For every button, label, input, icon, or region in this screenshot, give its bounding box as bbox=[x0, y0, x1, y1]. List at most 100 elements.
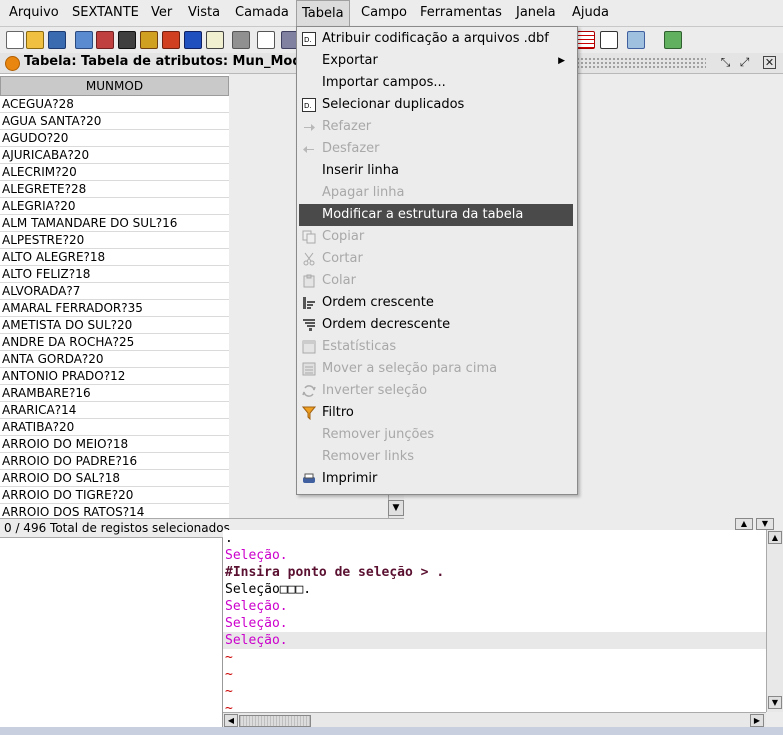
table-row[interactable]: AMETISTA DO SUL?20 bbox=[0, 317, 229, 334]
menu-item-inserir-linha[interactable]: Inserir linha bbox=[297, 160, 575, 182]
menu-item-ordem-decrescente[interactable]: Ordem decrescente bbox=[297, 314, 575, 336]
table-row[interactable]: ANDRE DA ROCHA?25 bbox=[0, 334, 229, 351]
edit-icon[interactable] bbox=[206, 31, 224, 49]
table-row[interactable]: ALEGRIA?20 bbox=[0, 198, 229, 215]
scissors-icon bbox=[302, 252, 316, 266]
menu-arquivo[interactable]: Arquivo bbox=[4, 0, 64, 26]
pencil-icon[interactable] bbox=[162, 31, 180, 49]
print-icon bbox=[302, 472, 316, 486]
table-row[interactable]: ANTONIO PRADO?12 bbox=[0, 368, 229, 385]
menu-sextante[interactable]: SEXTANTE bbox=[67, 0, 144, 26]
help-icon[interactable] bbox=[184, 31, 202, 49]
eye-icon[interactable] bbox=[232, 31, 250, 49]
menu-ver[interactable]: Ver bbox=[146, 0, 177, 26]
table-row[interactable]: ANTA GORDA?20 bbox=[0, 351, 229, 368]
dbf-icon[interactable] bbox=[600, 31, 618, 49]
table-row[interactable]: ARAMBARE?16 bbox=[0, 385, 229, 402]
table-row[interactable]: ARROIO DO SAL?18 bbox=[0, 470, 229, 487]
console-horizontal-scrollbar[interactable]: ◀ ▶ bbox=[223, 712, 766, 728]
expand-up-icon[interactable]: ▲ bbox=[735, 518, 753, 530]
brush-icon[interactable] bbox=[140, 31, 158, 49]
menu-item-mover-a-selecao-para-cima[interactable]: Mover a seleção para cima bbox=[297, 358, 575, 380]
menu-item-label: Copiar bbox=[322, 229, 365, 244]
table-row[interactable]: ALM TAMANDARE DO SUL?16 bbox=[0, 215, 229, 232]
export-icon[interactable] bbox=[664, 31, 682, 49]
new-file-icon[interactable] bbox=[6, 31, 24, 49]
menu-ferramentas[interactable]: Ferramentas bbox=[415, 0, 507, 26]
open-folder-icon[interactable] bbox=[26, 31, 44, 49]
table-row[interactable]: ALTO ALEGRE?18 bbox=[0, 249, 229, 266]
menu-item-remover-links[interactable]: Remover links bbox=[297, 446, 575, 468]
table-row[interactable]: ARATIBA?20 bbox=[0, 419, 229, 436]
menu-campo[interactable]: Campo bbox=[356, 0, 412, 26]
table-row[interactable]: AGUA SANTA?20 bbox=[0, 113, 229, 130]
menu-item-desfazer[interactable]: Desfazer bbox=[297, 138, 575, 160]
table-row[interactable]: ALVORADA?7 bbox=[0, 283, 229, 300]
menu-item-ordem-crescente[interactable]: Ordem crescente bbox=[297, 292, 575, 314]
command-console[interactable]: . Seleção. #Insira ponto de seleção > . Sel… bbox=[223, 530, 766, 712]
layers-icon[interactable] bbox=[96, 31, 114, 49]
menu-item-colar[interactable]: Colar bbox=[297, 270, 575, 292]
menubar: Arquivo SEXTANTE Ver Vista Camada Tabela Campo… bbox=[0, 0, 783, 27]
console-scroll-right-icon[interactable]: ▶ bbox=[750, 714, 764, 727]
menu-ajuda[interactable]: Ajuda bbox=[567, 0, 614, 26]
sort-descending-icon bbox=[302, 318, 316, 332]
menu-janela[interactable]: Janela bbox=[511, 0, 561, 26]
menu-item-refazer[interactable]: Refazer bbox=[297, 116, 575, 138]
table-row[interactable]: AJURICABA?20 bbox=[0, 147, 229, 164]
table-row[interactable]: ARROIO DOS RATOS?14 bbox=[0, 504, 229, 518]
scroll-down-icon[interactable]: ▼ bbox=[388, 500, 404, 516]
menu-item-remover-juncoes[interactable]: Remover junções bbox=[297, 424, 575, 446]
menu-item-modificar-a-estrutura-da-tabela[interactable]: Modificar a estrutura da tabela bbox=[299, 204, 573, 226]
menu-item-cortar[interactable]: Cortar bbox=[297, 248, 575, 270]
table-row[interactable]: ARROIO DO PADRE?16 bbox=[0, 453, 229, 470]
window-icon[interactable] bbox=[118, 31, 136, 49]
table-row[interactable]: ACEGUA?28 bbox=[0, 96, 229, 113]
menu-item-inverter-selecao[interactable]: Inverter seleção bbox=[297, 380, 575, 402]
menu-camada[interactable]: Camada bbox=[230, 0, 294, 26]
menu-item-copiar[interactable]: Copiar bbox=[297, 226, 575, 248]
menu-item-label: Cortar bbox=[322, 251, 363, 266]
expand-down-icon[interactable]: ▼ bbox=[756, 518, 774, 530]
table-row[interactable]: AMARAL FERRADOR?35 bbox=[0, 300, 229, 317]
console-line: ~ bbox=[225, 684, 233, 699]
table-row[interactable]: ARARICA?14 bbox=[0, 402, 229, 419]
menu-item-importar-campos[interactable]: Importar campos... bbox=[297, 72, 575, 94]
minimize-icon[interactable]: ⤡ bbox=[718, 55, 733, 70]
table-icon[interactable] bbox=[257, 31, 275, 49]
maximize-icon[interactable]: ⤢ bbox=[737, 55, 752, 70]
menu-item-estatisticas[interactable]: Estatísticas bbox=[297, 336, 575, 358]
submenu-arrow-icon: ▶ bbox=[558, 56, 565, 66]
table-rows: ACEGUA?28 AGUA SANTA?20 AGUDO?20 AJURICABA?… bbox=[0, 96, 229, 518]
menu-vista[interactable]: Vista bbox=[183, 0, 225, 26]
table-row[interactable]: ALPESTRE?20 bbox=[0, 232, 229, 249]
menu-item-atribuir-codificacao-a-arquivos-dbf[interactable]: D. Atribuir codificação a arquivos .dbf bbox=[297, 28, 575, 50]
console-scroll-up-icon[interactable]: ▲ bbox=[768, 531, 782, 544]
table-row[interactable]: ALEGRETE?28 bbox=[0, 181, 229, 198]
console-scroll-thumb[interactable] bbox=[239, 715, 311, 727]
column-header-munmod[interactable]: MUNMOD bbox=[0, 76, 229, 96]
close-icon[interactable]: ✕ bbox=[763, 56, 776, 69]
spreadsheet-icon[interactable] bbox=[577, 31, 595, 49]
menu-item-imprimir[interactable]: Imprimir bbox=[297, 468, 575, 490]
table-row[interactable]: ALTO FELIZ?18 bbox=[0, 266, 229, 283]
console-line: Seleção□□□. bbox=[225, 582, 312, 597]
menu-item-apagar-linha[interactable]: Apagar linha bbox=[297, 182, 575, 204]
table-row[interactable]: AGUDO?20 bbox=[0, 130, 229, 147]
table-row[interactable]: ARROIO DO TIGRE?20 bbox=[0, 487, 229, 504]
tools-icon[interactable] bbox=[75, 31, 93, 49]
table-row[interactable]: ALECRIM?20 bbox=[0, 164, 229, 181]
menu-item-filtro[interactable]: Filtro bbox=[297, 402, 575, 424]
calculator-icon[interactable] bbox=[627, 31, 645, 49]
table-row[interactable]: ARROIO DO MEIO?18 bbox=[0, 436, 229, 453]
redo-icon bbox=[302, 120, 316, 134]
console-scroll-down-icon[interactable]: ▼ bbox=[768, 696, 782, 709]
menu-item-exportar[interactable]: Exportar ▶ bbox=[297, 50, 575, 72]
console-vertical-scrollbar[interactable]: ▲ ▼ bbox=[766, 530, 783, 712]
save-icon[interactable] bbox=[48, 31, 66, 49]
menu-item-selecionar-duplicados[interactable]: D. Selecionar duplicados bbox=[297, 94, 575, 116]
bottom-strip bbox=[0, 727, 783, 735]
menu-tabela[interactable]: Tabela bbox=[296, 0, 350, 26]
console-scroll-left-icon[interactable]: ◀ bbox=[224, 714, 238, 727]
console-line: Seleção. bbox=[225, 599, 288, 614]
